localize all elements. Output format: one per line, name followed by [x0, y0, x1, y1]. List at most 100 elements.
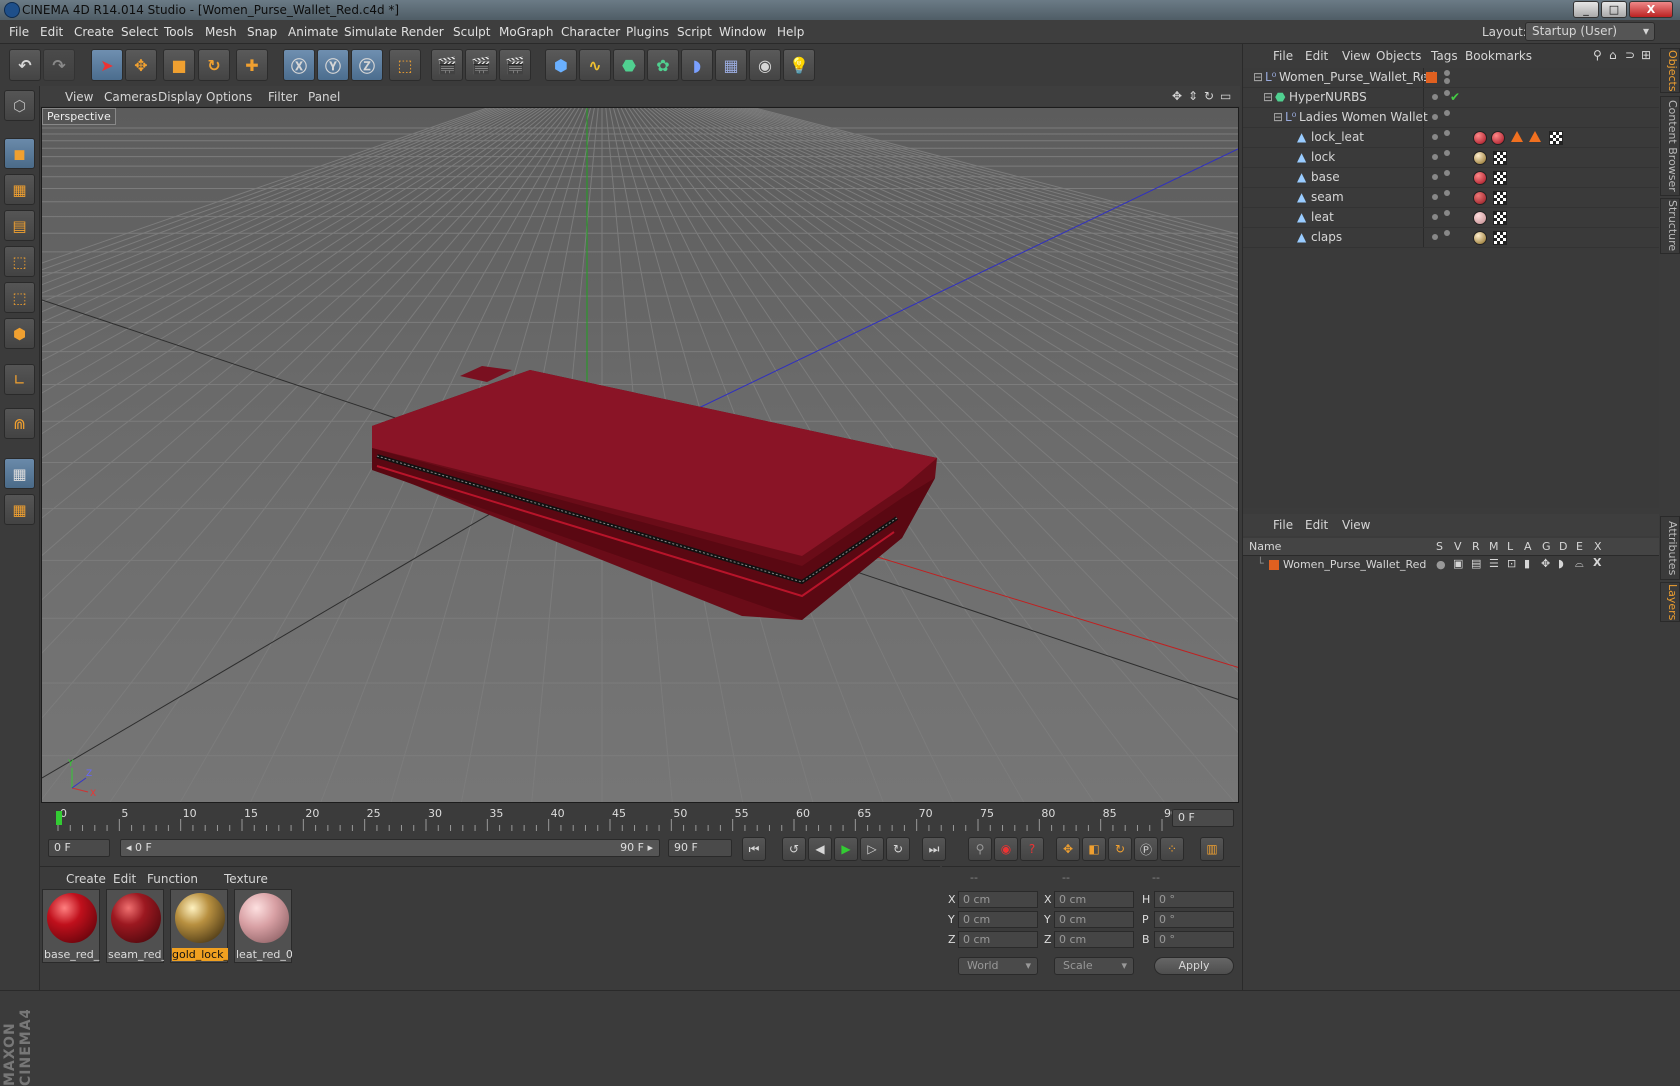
menu-tools[interactable]: Tools: [164, 25, 194, 39]
material-swatch[interactable]: gold_lock_l: [170, 889, 228, 963]
home-icon[interactable]: ⌂: [1609, 48, 1617, 62]
y-axis-lock-button[interactable]: Ⓨ: [317, 49, 349, 81]
editor-visibility-dot[interactable]: [1444, 190, 1450, 196]
material-menu-create[interactable]: Create: [66, 872, 106, 886]
enabled-check-icon[interactable]: ✔: [1450, 88, 1460, 107]
layer-column-locked[interactable]: L: [1507, 540, 1513, 553]
maximize-view-icon[interactable]: ▭: [1220, 89, 1231, 103]
material-menu-edit[interactable]: Edit: [113, 872, 136, 886]
tab-layers[interactable]: Layers: [1660, 582, 1680, 622]
polygons-mode-button[interactable]: ⬢: [4, 318, 35, 349]
visibility-dot[interactable]: [1432, 114, 1438, 120]
collapse-icon[interactable]: ⊟: [1263, 88, 1273, 107]
current-frame-field[interactable]: 0 F: [1172, 809, 1234, 827]
next-key-button[interactable]: ↻: [886, 837, 910, 861]
material-tag-icon[interactable]: [1473, 151, 1487, 165]
material-swatch[interactable]: leat_red_00: [234, 889, 292, 963]
object-row[interactable]: ▲ seam: [1243, 188, 1659, 208]
size-x-field[interactable]: 0 cm: [1054, 891, 1134, 908]
layer-column-xref[interactable]: X: [1594, 540, 1602, 553]
objects-menu-objects[interactable]: Objects: [1376, 49, 1421, 63]
key-parameter-button[interactable]: Ⓟ: [1134, 837, 1158, 861]
expression-icon[interactable]: ⌓: [1575, 557, 1584, 571]
material-tag-icon[interactable]: [1491, 131, 1505, 145]
coordinate-system-button[interactable]: ⬚: [389, 49, 421, 81]
uvw-tag-icon[interactable]: [1549, 131, 1563, 145]
menu-render[interactable]: Render: [401, 25, 444, 39]
rotation-p-field[interactable]: 0 °: [1154, 911, 1234, 928]
material-tag-icon[interactable]: [1473, 191, 1487, 205]
live-selection-button[interactable]: ➤: [91, 49, 123, 81]
menu-create[interactable]: Create: [74, 25, 114, 39]
go-to-end-button[interactable]: ⏭: [922, 837, 946, 861]
key-pla-button[interactable]: ⁘: [1160, 837, 1184, 861]
scale-tool-button[interactable]: ■: [163, 49, 195, 81]
object-flags[interactable]: [1423, 188, 1463, 207]
object-flags[interactable]: [1423, 148, 1463, 167]
menu-help[interactable]: Help: [777, 25, 804, 39]
menu-file[interactable]: File: [9, 25, 29, 39]
object-flags[interactable]: [1423, 108, 1463, 127]
pan-view-icon[interactable]: ✥: [1172, 89, 1182, 103]
objects-menu-view[interactable]: View: [1342, 49, 1370, 63]
keyframe-selection-button[interactable]: ?: [1020, 837, 1044, 861]
search-icon[interactable]: ⚲: [1593, 48, 1602, 62]
next-frame-button[interactable]: ▷: [860, 837, 884, 861]
model-mode-button[interactable]: ◼: [4, 138, 35, 169]
object-flags[interactable]: [1423, 68, 1463, 87]
lock-icon[interactable]: ⊡: [1507, 557, 1516, 570]
objects-menu-tags[interactable]: Tags: [1431, 49, 1458, 63]
layer-row[interactable]: └ Women_Purse_Wallet_Red ● ▣ ▤ ☰ ⊡ ▮ ✥ ◗…: [1243, 556, 1659, 574]
layer-column-view[interactable]: V: [1454, 540, 1462, 553]
workplane-mode-button[interactable]: ▤: [4, 210, 35, 241]
editor-visibility-dot[interactable]: [1444, 150, 1450, 156]
visibility-dot[interactable]: [1432, 154, 1438, 160]
link-icon[interactable]: ⊃: [1625, 48, 1635, 62]
layer-color-swatch[interactable]: [1269, 560, 1279, 570]
material-menu-function[interactable]: Function: [147, 872, 198, 886]
coordinate-mode-dropdown[interactable]: World ▾: [958, 957, 1038, 975]
viewport-menu-panel[interactable]: Panel: [308, 90, 340, 104]
previous-frame-button[interactable]: ◀: [808, 837, 832, 861]
render-visibility-dot[interactable]: [1444, 78, 1450, 84]
menu-sculpt[interactable]: Sculpt: [453, 25, 490, 39]
menu-snap[interactable]: Snap: [247, 25, 277, 39]
size-y-field[interactable]: 0 cm: [1054, 911, 1134, 928]
zoom-view-icon[interactable]: ⇕: [1188, 89, 1198, 103]
uvw-tag-icon[interactable]: [1493, 171, 1507, 185]
visibility-dot[interactable]: [1432, 174, 1438, 180]
uvw-tag-icon[interactable]: [1493, 211, 1507, 225]
menu-window[interactable]: Window: [719, 25, 766, 39]
points-mode-button[interactable]: ⬚: [4, 246, 35, 277]
viewport-menu-cameras[interactable]: Cameras: [104, 90, 157, 104]
minimize-button[interactable]: _: [1573, 1, 1599, 18]
previous-key-button[interactable]: ↺: [782, 837, 806, 861]
object-row[interactable]: ▲ lock: [1243, 148, 1659, 168]
render-settings-button[interactable]: 🎬: [499, 49, 531, 81]
rotation-h-field[interactable]: 0 °: [1154, 891, 1234, 908]
object-flags[interactable]: [1423, 208, 1463, 227]
object-flags[interactable]: ✔: [1423, 88, 1463, 107]
add-floor-button[interactable]: ▦: [715, 49, 747, 81]
menu-character[interactable]: Character: [561, 25, 620, 39]
editor-visibility-dot[interactable]: [1444, 210, 1450, 216]
editor-visibility-dot[interactable]: [1444, 110, 1450, 116]
visibility-dot[interactable]: [1432, 134, 1438, 140]
size-mode-dropdown[interactable]: Scale ▾: [1054, 957, 1134, 975]
position-x-field[interactable]: 0 cm: [958, 891, 1038, 908]
layer-name-column[interactable]: Name: [1249, 540, 1281, 553]
menu-mesh[interactable]: Mesh: [205, 25, 237, 39]
preview-range-slider[interactable]: ◂ 0 F 90 F ▸: [120, 839, 660, 857]
layers-menu-file[interactable]: File: [1273, 518, 1293, 532]
layer-column-expressions[interactable]: E: [1576, 540, 1583, 553]
viewport-menu-filter[interactable]: Filter: [268, 90, 298, 104]
object-row[interactable]: ▲ base: [1243, 168, 1659, 188]
material-tag-icon[interactable]: [1473, 231, 1487, 245]
object-row[interactable]: ▲ claps: [1243, 228, 1659, 248]
object-row[interactable]: ⊟ L⁰ Women_Purse_Wallet_Red: [1243, 68, 1659, 88]
solo-dot-icon[interactable]: ●: [1436, 558, 1446, 571]
material-tag-icon[interactable]: [1473, 211, 1487, 225]
collapse-icon[interactable]: ⊟: [1273, 108, 1283, 127]
snapping-button[interactable]: ⋒: [4, 408, 35, 439]
end-frame-field[interactable]: 90 F: [668, 839, 732, 857]
